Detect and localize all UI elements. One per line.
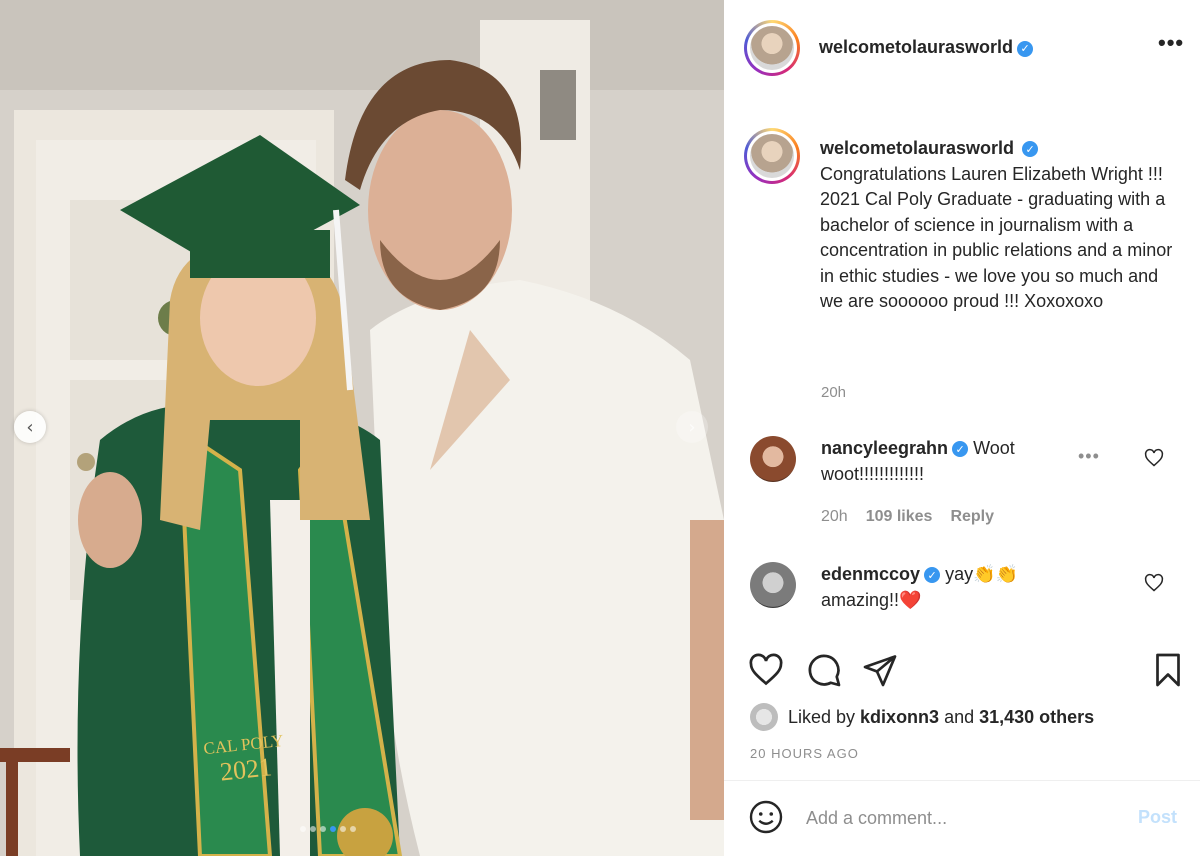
liked-by-user[interactable]: kdixonn3 — [860, 707, 939, 728]
save-bookmark-icon[interactable] — [1150, 652, 1186, 688]
comment-bubble-icon[interactable] — [806, 652, 842, 688]
likes-others[interactable]: 31,430 others — [979, 707, 1094, 728]
like-heart-icon[interactable] — [748, 652, 784, 688]
carousel-dot — [300, 826, 306, 832]
comment-like-heart-icon[interactable] — [1144, 448, 1164, 468]
comment-options-icon[interactable]: ••• — [1078, 446, 1100, 467]
likes-and: and — [944, 706, 975, 727]
add-comment-input[interactable] — [806, 804, 1126, 832]
comment-likes[interactable]: 109 likes — [866, 508, 933, 526]
verified-badge-icon: ✓ — [924, 567, 941, 584]
caption-text: Congratulations Lauren Elizabeth Wright … — [820, 163, 1173, 312]
previous-photo-button[interactable]: ‹ — [14, 411, 46, 443]
post-comment-button[interactable]: Post — [1138, 807, 1177, 828]
carousel-indicator — [300, 826, 356, 832]
author-username[interactable]: welcometolaurasworld — [819, 37, 1013, 57]
commenter-avatar[interactable] — [750, 562, 796, 608]
avatar-image — [750, 26, 794, 70]
carousel-dot — [340, 826, 346, 832]
post-caption: welcometolaurasworld ✓ Congratulations La… — [820, 136, 1180, 315]
verified-badge-icon: ✓ — [952, 441, 969, 458]
comment-like-heart-icon[interactable] — [1144, 573, 1164, 593]
comment-username[interactable]: edenmccoy — [821, 564, 920, 584]
commenter-avatar[interactable] — [750, 436, 796, 482]
chevron-right-icon: › — [688, 416, 696, 438]
post-time-ago[interactable]: 20 HOURS AGO — [750, 746, 859, 761]
caption-timestamp[interactable]: 20h — [821, 384, 846, 401]
comment-time[interactable]: 20h — [821, 508, 848, 526]
likes-prefix: Liked by — [788, 706, 856, 727]
avatar-image — [750, 134, 794, 178]
comment-item: nancyleegrahn ✓ Woot woot!!!!!!!!!!!!! — [821, 436, 1069, 487]
post-photo: CAL POLY 2021 ‹ › — [0, 0, 724, 856]
likes-summary: Liked by kdixonn3 and 31,430 others — [750, 703, 1099, 731]
verified-badge-icon: ✓ — [1017, 40, 1034, 57]
photo-illustration — [0, 0, 724, 856]
caption-username[interactable]: welcometolaurasworld — [820, 138, 1014, 158]
stole-text: CAL POLY 2021 — [203, 731, 288, 789]
more-options-icon[interactable]: ••• — [1158, 30, 1184, 56]
post-header-user: welcometolaurasworld ✓ — [819, 37, 1034, 58]
carousel-dot — [310, 826, 316, 832]
verified-badge-icon: ✓ — [1022, 141, 1039, 158]
carousel-dot — [350, 826, 356, 832]
liker-avatar[interactable] — [750, 703, 778, 731]
caption-author-avatar[interactable] — [744, 128, 800, 184]
share-paper-plane-icon[interactable] — [862, 652, 898, 688]
author-avatar[interactable] — [744, 20, 800, 76]
carousel-dot — [320, 826, 326, 832]
chevron-left-icon: ‹ — [26, 416, 34, 438]
comment-meta: 20h 109 likes Reply — [821, 508, 994, 526]
divider — [724, 780, 1200, 781]
post-side-panel: welcometolaurasworld ✓ ••• welcometolaura… — [724, 0, 1200, 856]
emoji-smiley-icon[interactable] — [748, 799, 784, 835]
comment-reply-button[interactable]: Reply — [950, 508, 994, 526]
next-photo-button[interactable]: › — [676, 411, 708, 443]
comment-username[interactable]: nancyleegrahn — [821, 438, 948, 458]
comment-item: edenmccoy ✓ yay👏👏 amazing!!❤️ — [821, 562, 1069, 613]
carousel-dot-active — [330, 826, 336, 832]
